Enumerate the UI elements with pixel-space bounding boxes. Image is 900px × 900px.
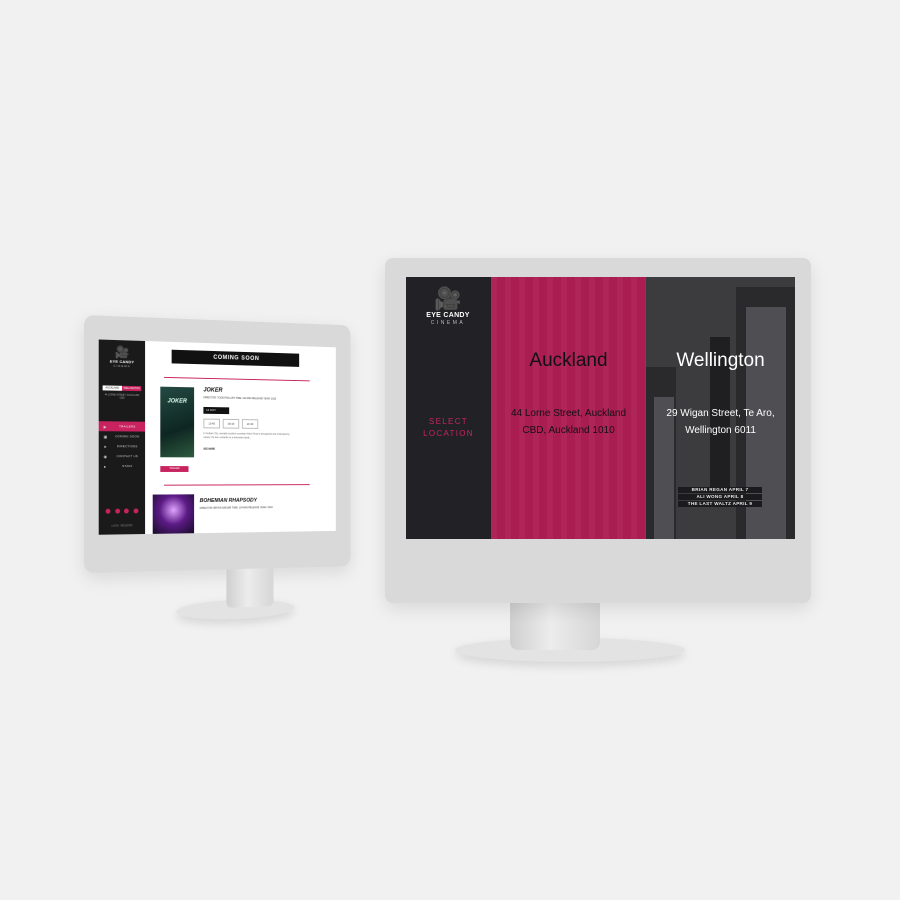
movie-meta: DIRECTOR: BRYAN SINGER TIME: 134 MIN REL… xyxy=(199,506,273,510)
camera-icon: 🎥 xyxy=(434,286,462,311)
page-title: COMING SOON xyxy=(171,349,300,367)
sidebar-item-staff[interactable]: ● STAFF xyxy=(99,461,145,471)
location-tab-wellington[interactable]: WELLINGTON xyxy=(122,385,142,392)
address-line-1: 44 Lorne Street, Auckland xyxy=(510,408,627,419)
city-address: 29 Wigan Street, Te Aro, Wellington 6011 xyxy=(654,405,787,439)
movie-poster-bohemian-rhapsody[interactable] xyxy=(152,494,195,534)
main-content: COMING SOON JOKER JOKER DIRECTOR: TODD P… xyxy=(145,341,336,534)
sidebar: 🎥 EYE CANDY CINEMA SELECT LOCATION xyxy=(406,277,491,539)
marquee-line: BRIAN REGAN APRIL 7 xyxy=(678,487,762,493)
left-monitor-screen: 🎥 EYE CANDY CINEMA AUCKLAND WELLINGTON 4… xyxy=(98,339,336,535)
address-line-1: 29 Wigan Street, Te Aro, xyxy=(666,408,775,419)
left-monitor: 🎥 EYE CANDY CINEMA AUCKLAND WELLINGTON 4… xyxy=(84,315,351,625)
movie-title: JOKER xyxy=(203,387,223,394)
showtime-button[interactable]: 21:30 xyxy=(241,419,259,429)
sidebar-item-trailers[interactable]: ▶ TRAILERS xyxy=(98,421,146,432)
logo[interactable]: 🎥 EYE CANDY CINEMA xyxy=(107,344,138,369)
brand-name: EYE CANDY xyxy=(426,312,470,319)
sidebar-item-label: STAFF xyxy=(122,464,133,469)
city-name: Auckland xyxy=(529,350,608,371)
sidebar-menu: ▶ TRAILERS ▣ COMING SOON ➤ DIRECTIONS ◉ … xyxy=(98,421,146,471)
location-tab-auckland[interactable]: AUCKLAND xyxy=(102,385,123,391)
select-label-line-2: LOCATION xyxy=(423,429,474,438)
movie-title: BOHEMIAN RHAPSODY xyxy=(199,497,257,504)
trailer-button[interactable]: TRAILER xyxy=(160,466,189,472)
sidebar-item-label: TRAILERS xyxy=(119,424,136,429)
divider xyxy=(164,484,310,486)
city-address: 44 Lorne Street, Auckland CBD, Auckland … xyxy=(499,405,638,439)
date-select[interactable]: 14 JULY xyxy=(203,406,230,415)
left-monitor-stand xyxy=(226,568,274,608)
instagram-icon[interactable] xyxy=(114,508,120,514)
camera-icon: 🎥 xyxy=(114,344,130,360)
location-toggle: AUCKLAND WELLINGTON xyxy=(102,385,142,392)
right-monitor-stand xyxy=(510,603,600,650)
login-link[interactable]: LOGIN · REGISTER xyxy=(103,524,142,528)
showtime-button[interactable]: 18:15 xyxy=(222,418,240,429)
sidebar-item-coming-soon[interactable]: ▣ COMING SOON xyxy=(99,431,145,441)
poster-title: JOKER xyxy=(167,398,187,405)
right-monitor-screen: 🎥 EYE CANDY CINEMA SELECT LOCATION Auckl… xyxy=(406,277,795,539)
sidebar-item-label: CONTACT US xyxy=(116,454,139,459)
address-line-2: CBD, Auckland 1010 xyxy=(522,425,615,436)
movie-meta: DIRECTOR: TODD PHILLIPS TIME: 122 MIN RE… xyxy=(203,396,277,401)
sidebar-item-directions[interactable]: ➤ DIRECTIONS xyxy=(99,441,145,451)
sidebar-item-label: COMING SOON xyxy=(115,434,140,439)
address-line-2: Wellington 6011 xyxy=(685,425,756,436)
location-card-auckland[interactable]: Auckland 44 Lorne Street, Auckland CBD, … xyxy=(491,277,646,539)
showtimes: 13:45 18:15 21:30 xyxy=(203,418,259,429)
city-name: Wellington xyxy=(676,350,765,371)
location-card-wellington[interactable]: BRIAN REGAN APRIL 7 ALI WONG APRIL 8 THE… xyxy=(646,277,795,539)
movie-description: In Gotham City, mentally troubled comedi… xyxy=(203,432,290,439)
sidebar: 🎥 EYE CANDY CINEMA AUCKLAND WELLINGTON 4… xyxy=(98,339,146,535)
youtube-icon[interactable] xyxy=(133,508,139,514)
facebook-icon[interactable] xyxy=(105,508,111,514)
showtime-button[interactable]: 13:45 xyxy=(203,418,221,429)
movie-poster-joker[interactable]: JOKER xyxy=(160,386,195,458)
select-label-line-1: SELECT xyxy=(429,417,468,426)
sidebar-address: 44 LORNE STREET, AUCKLAND CBD xyxy=(104,393,140,400)
divider xyxy=(164,376,310,382)
logo[interactable]: 🎥 EYE CANDY CINEMA xyxy=(420,287,476,327)
brand-tagline: CINEMA xyxy=(430,320,466,326)
sidebar-item-label: DIRECTIONS xyxy=(116,444,138,449)
see-more-link[interactable]: SEE MORE xyxy=(203,448,215,451)
select-location-label: SELECT LOCATION xyxy=(406,416,491,440)
marquee-line: ALI WONG APRIL 8 xyxy=(678,494,762,500)
sidebar-item-contact-us[interactable]: ◉ CONTACT US xyxy=(99,451,145,461)
marquee-line: THE LAST WALTZ APRIL 9 xyxy=(678,501,762,507)
social-links xyxy=(105,508,139,514)
twitter-icon[interactable] xyxy=(124,508,130,514)
